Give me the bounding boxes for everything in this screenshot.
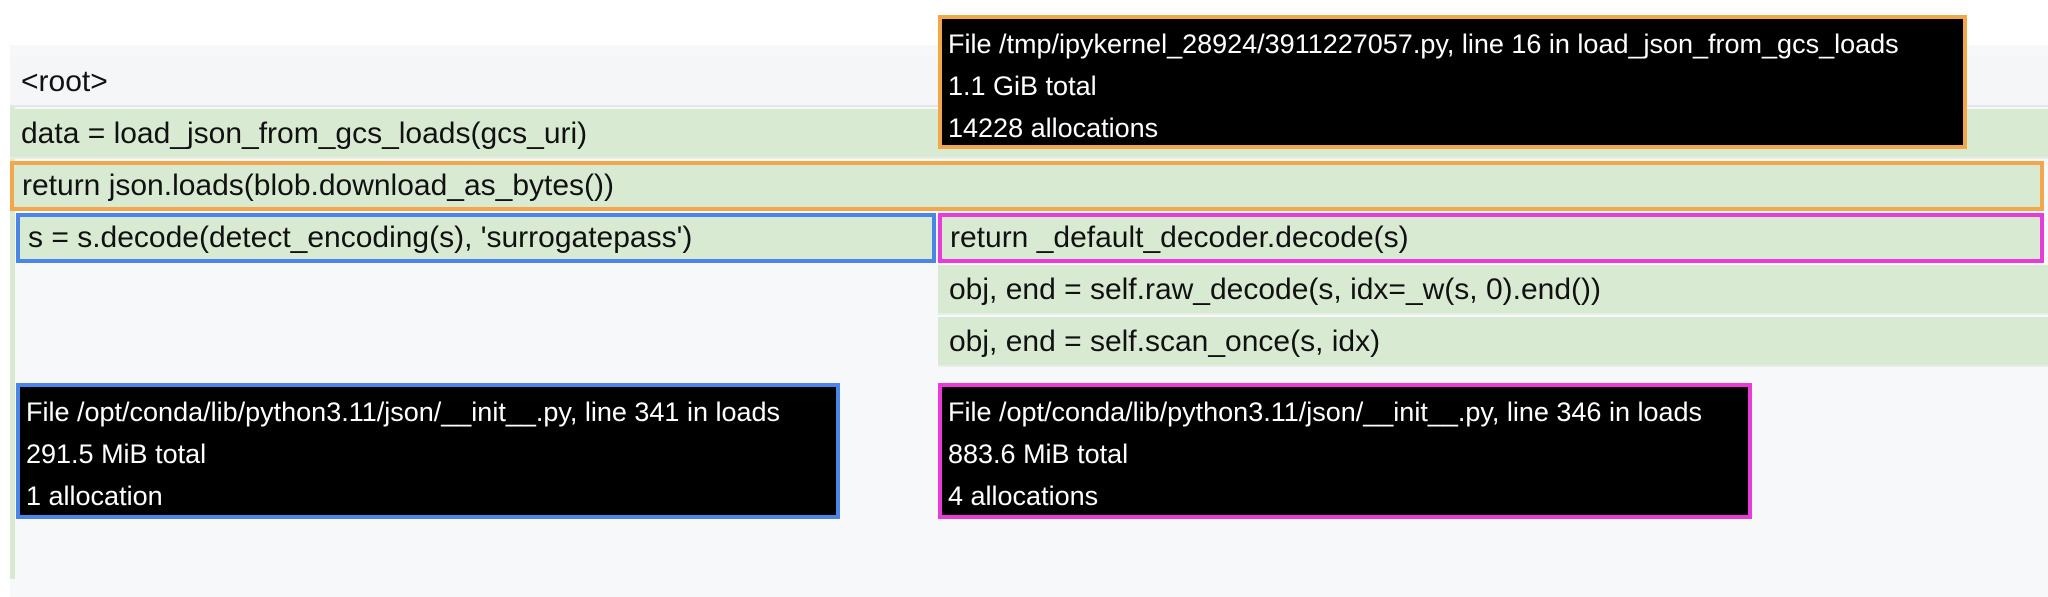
tooltip-file-line: File /opt/conda/lib/python3.11/json/__in… <box>26 397 781 427</box>
flamegraph-view: <root> data = load_json_from_gcs_loads(g… <box>0 0 2048 597</box>
tooltip-decode-frame: File /opt/conda/lib/python3.11/json/__in… <box>16 383 840 519</box>
tooltip-file-line: File /tmp/ipykernel_28924/3911227057.py,… <box>948 29 1899 59</box>
frame-scan-once[interactable]: obj, end = self.scan_once(s, idx) <box>938 317 2048 367</box>
tooltip-load-json-frame: File /tmp/ipykernel_28924/3911227057.py,… <box>938 15 1967 149</box>
tooltip-total-size: 1.1 GiB total <box>948 71 1097 101</box>
tooltip-total-size: 291.5 MiB total <box>26 439 207 469</box>
tooltip-allocation-count: 4 allocations <box>948 481 1099 511</box>
tooltip-file-line: File /opt/conda/lib/python3.11/json/__in… <box>948 397 1703 427</box>
frame-json-loads[interactable]: return json.loads(blob.download_as_bytes… <box>10 161 2044 211</box>
tooltip-allocation-count: 14228 allocations <box>948 113 1159 143</box>
tooltip-default-decoder-frame: File /opt/conda/lib/python3.11/json/__in… <box>938 383 1752 519</box>
frame-bytes-decode[interactable]: s = s.decode(detect_encoding(s), 'surrog… <box>16 213 936 263</box>
tooltip-total-size: 883.6 MiB total <box>948 439 1129 469</box>
frame-default-decoder-decode[interactable]: return _default_decoder.decode(s) <box>938 213 2044 263</box>
frame-raw-decode[interactable]: obj, end = self.raw_decode(s, idx=_w(s, … <box>938 265 2048 315</box>
tooltip-allocation-count: 1 allocation <box>26 481 163 511</box>
